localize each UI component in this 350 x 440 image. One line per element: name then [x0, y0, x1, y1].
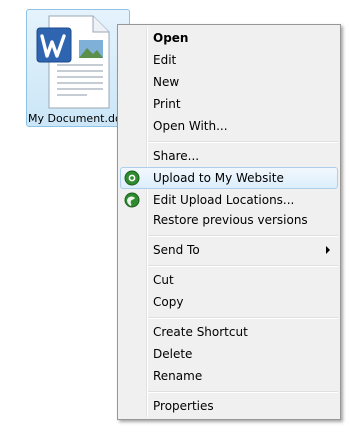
- context-menu: Open Edit New Print Open With... Share..…: [117, 24, 341, 420]
- menu-item-rename[interactable]: Rename: [120, 365, 338, 387]
- menu-item-rename-label: Rename: [153, 369, 203, 383]
- menu-item-delete-label: Delete: [153, 347, 193, 361]
- menu-item-edit-upload-label: Edit Upload Locations...: [153, 193, 295, 207]
- menu-item-send-to[interactable]: Send To: [120, 239, 338, 261]
- file-item[interactable]: My Document.docx: [26, 9, 130, 127]
- menu-item-cut[interactable]: Cut: [120, 269, 338, 291]
- menu-item-edit-label: Edit: [153, 53, 177, 67]
- menu-item-share-label: Share...: [153, 149, 200, 163]
- file-name-label: My Document.docx: [28, 112, 120, 125]
- menu-item-create-shortcut-label: Create Shortcut: [153, 325, 248, 339]
- menu-item-print-label: Print: [153, 97, 181, 111]
- upload-globe-icon: [124, 170, 140, 186]
- menu-item-open-with-label: Open With...: [153, 119, 228, 133]
- menu-item-restore-label: Restore previous versions: [153, 213, 308, 227]
- menu-separator: [148, 317, 338, 319]
- menu-item-open-label: Open: [153, 31, 189, 45]
- submenu-arrow-icon: [326, 246, 330, 254]
- globe-icon: [124, 192, 140, 208]
- menu-item-create-shortcut[interactable]: Create Shortcut: [120, 321, 338, 343]
- menu-item-delete[interactable]: Delete: [120, 343, 338, 365]
- menu-item-properties[interactable]: Properties: [120, 395, 338, 417]
- menu-item-share[interactable]: Share...: [120, 145, 338, 167]
- menu-item-edit[interactable]: Edit: [120, 49, 338, 71]
- menu-separator: [148, 265, 338, 267]
- word-document-icon: [36, 15, 110, 109]
- menu-item-send-to-label: Send To: [153, 243, 200, 257]
- menu-item-copy-label: Copy: [153, 295, 184, 309]
- menu-item-cut-label: Cut: [153, 273, 174, 287]
- menu-item-print[interactable]: Print: [120, 93, 338, 115]
- menu-item-upload-label: Upload to My Website: [153, 171, 284, 185]
- menu-separator: [148, 391, 338, 393]
- menu-item-upload-to-my-website[interactable]: Upload to My Website: [120, 167, 338, 189]
- menu-item-copy[interactable]: Copy: [120, 291, 338, 313]
- menu-item-new[interactable]: New: [120, 71, 338, 93]
- menu-item-new-label: New: [153, 75, 180, 89]
- menu-separator: [148, 141, 338, 143]
- menu-item-open[interactable]: Open: [120, 27, 338, 49]
- menu-separator: [148, 235, 338, 237]
- menu-item-edit-upload-locations[interactable]: Edit Upload Locations...: [120, 189, 338, 211]
- menu-item-properties-label: Properties: [153, 399, 214, 413]
- menu-item-restore-previous-versions[interactable]: Restore previous versions: [120, 209, 338, 231]
- desktop: My Document.docx Open Edit New Print Ope…: [0, 0, 350, 440]
- menu-item-open-with[interactable]: Open With...: [120, 115, 338, 137]
